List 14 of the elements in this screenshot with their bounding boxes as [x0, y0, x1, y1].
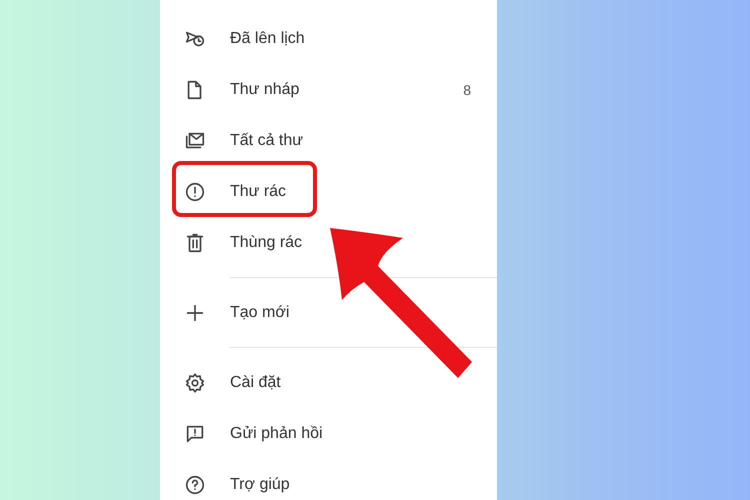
menu-item[interactable]: Thư nháp: [230, 80, 464, 98]
menu-item[interactable]: Trợ giúp: [230, 476, 497, 494]
help-icon: [184, 474, 206, 496]
menu-item[interactable]: Thùng rác: [230, 234, 497, 252]
menu-item[interactable]: Tạo mới: [230, 304, 497, 322]
menu-item[interactable]: Tất cả thư: [230, 132, 497, 150]
menu-item[interactable]: Gửi phản hồi: [230, 424, 497, 442]
item-count: 8: [463, 82, 471, 98]
alert-icon: [184, 180, 206, 202]
menu-item[interactable]: Cài đặt: [230, 374, 497, 392]
menu-item[interactable]: Thư rác: [230, 182, 497, 200]
settings-icon: [184, 372, 206, 394]
menu-item[interactable]: Đã lên lịch: [230, 30, 497, 48]
trash-icon: [184, 232, 206, 254]
